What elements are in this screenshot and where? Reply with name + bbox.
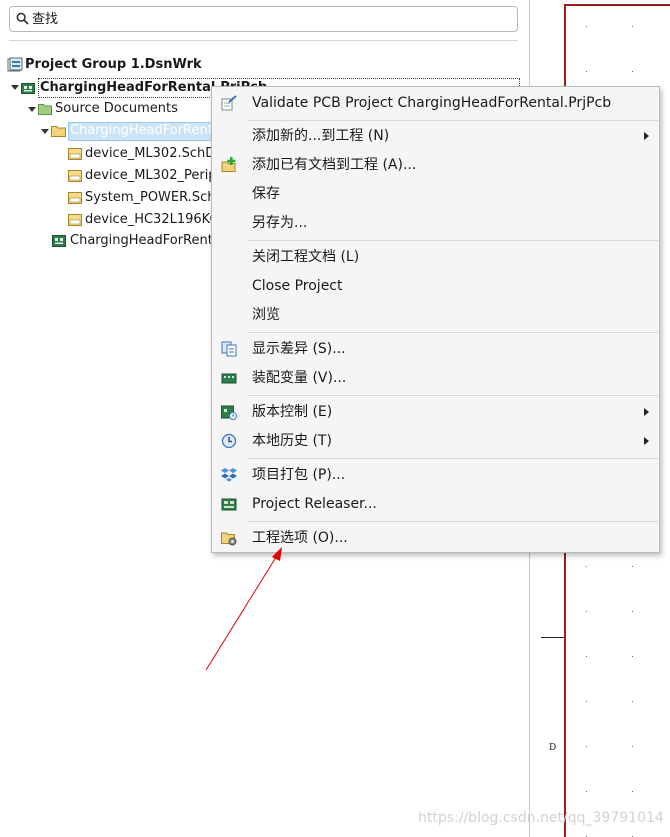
search-icon xyxy=(16,12,29,25)
grid-dot xyxy=(586,71,587,72)
variant-icon xyxy=(221,373,237,384)
menu-item-close-project-docs[interactable]: 关闭工程文档 (L) xyxy=(214,243,658,271)
zone-label: D xyxy=(549,743,557,753)
menu-item-project-releaser[interactable]: Project Releaser... xyxy=(214,490,658,518)
search-box[interactable] xyxy=(9,6,518,32)
menu-item-show-differences[interactable]: 显示差异 (S)... xyxy=(214,335,658,363)
validate-icon xyxy=(221,95,237,111)
menu-item-save-as[interactable]: 另存为... xyxy=(214,209,658,237)
grid-dot xyxy=(632,611,633,612)
grid-dot xyxy=(586,746,587,747)
schematic-doc-icon xyxy=(68,148,82,160)
grid-dot xyxy=(586,611,587,612)
tree-item-file[interactable]: device_ML302.SchDoc xyxy=(68,144,230,164)
tree-item-file[interactable]: System_POWER.SchDoc xyxy=(68,188,241,208)
search-input[interactable] xyxy=(32,10,512,28)
schematic-folder-icon xyxy=(51,126,66,137)
menu-item-version-control[interactable]: 版本控制 (E) xyxy=(214,398,658,426)
context-menu: Validate PCB Project ChargingHeadForRent… xyxy=(211,86,660,553)
menu-separator xyxy=(248,120,658,121)
schematic-doc-icon xyxy=(68,170,82,182)
zone-divider xyxy=(541,637,564,638)
menu-separator xyxy=(248,395,658,396)
menu-item-save[interactable]: 保存 xyxy=(214,180,658,208)
divider xyxy=(9,40,518,41)
tree-item-file[interactable]: device_ML302_Peripheral.SchDoc xyxy=(68,166,303,186)
tree-item-file[interactable]: device_HC32L196KC.SchDoc xyxy=(68,210,271,230)
folder-icon xyxy=(38,104,52,115)
menu-item-project-packager[interactable]: 项目打包 (P)... xyxy=(214,461,658,489)
submenu-arrow-icon xyxy=(644,437,649,445)
menu-item-local-history[interactable]: 本地历史 (T) xyxy=(214,427,658,455)
grid-dot xyxy=(632,791,633,792)
project-group-label: Project Group 1.DsnWrk xyxy=(25,57,202,72)
grid-dot xyxy=(632,566,633,567)
source-documents-label: Source Documents xyxy=(55,101,178,116)
schematic-doc-icon xyxy=(68,214,82,226)
grid-dot xyxy=(632,26,633,27)
tree-item-source-documents[interactable]: Source Documents xyxy=(38,99,218,119)
tree-item-project-group[interactable]: Project Group 1.DsnWrk xyxy=(7,55,227,75)
menu-item-add-existing[interactable]: 添加已有文档到工程 (A)... xyxy=(214,151,658,179)
expand-toggle-icon[interactable] xyxy=(28,107,36,112)
tree-item-pcb[interactable]: ChargingHeadForRental.PcbDoc xyxy=(52,231,277,251)
menu-item-project-options[interactable]: 工程选项 (O)... xyxy=(214,524,658,552)
submenu-arrow-icon xyxy=(644,132,649,140)
file-label: device_ML302.SchDoc xyxy=(85,146,231,161)
project-group-icon xyxy=(7,57,23,72)
grid-dot xyxy=(632,71,633,72)
grid-dot xyxy=(586,26,587,27)
menu-item-add-new[interactable]: 添加新的...到工程 (N) xyxy=(214,122,658,150)
pcb-project-icon xyxy=(21,83,35,94)
menu-separator xyxy=(248,332,658,333)
local-history-icon xyxy=(221,433,237,449)
expand-toggle-icon[interactable] xyxy=(11,85,19,90)
options-icon xyxy=(221,532,237,546)
menu-item-browse[interactable]: 浏览 xyxy=(214,301,658,329)
menu-separator xyxy=(248,521,658,522)
schematic-folder-label: ChargingHeadForRental xyxy=(70,123,225,138)
diff-icon xyxy=(221,341,237,357)
package-icon xyxy=(221,468,237,482)
schematic-doc-icon xyxy=(68,192,82,204)
pcb-doc-icon xyxy=(52,235,66,247)
menu-item-close-project[interactable]: Close Project xyxy=(214,272,658,300)
add-existing-icon xyxy=(221,157,236,172)
grid-dot xyxy=(586,701,587,702)
watermark: https://blog.csdn.net/qq_39791014 xyxy=(418,810,664,826)
menu-item-validate[interactable]: Validate PCB Project ChargingHeadForRent… xyxy=(214,89,658,117)
menu-separator xyxy=(248,240,658,241)
grid-dot xyxy=(632,746,633,747)
grid-dot xyxy=(632,656,633,657)
grid-dot xyxy=(586,656,587,657)
submenu-arrow-icon xyxy=(644,408,649,416)
releaser-icon xyxy=(221,498,237,511)
menu-item-variants[interactable]: 装配变量 (V)... xyxy=(214,364,658,392)
version-control-icon xyxy=(221,405,237,420)
grid-dot xyxy=(632,701,633,702)
expand-toggle-icon[interactable] xyxy=(41,129,49,134)
menu-separator xyxy=(248,458,658,459)
grid-dot xyxy=(586,791,587,792)
tree-item-schematic-folder[interactable]: ChargingHeadForRental xyxy=(51,121,225,141)
grid-dot xyxy=(586,566,587,567)
